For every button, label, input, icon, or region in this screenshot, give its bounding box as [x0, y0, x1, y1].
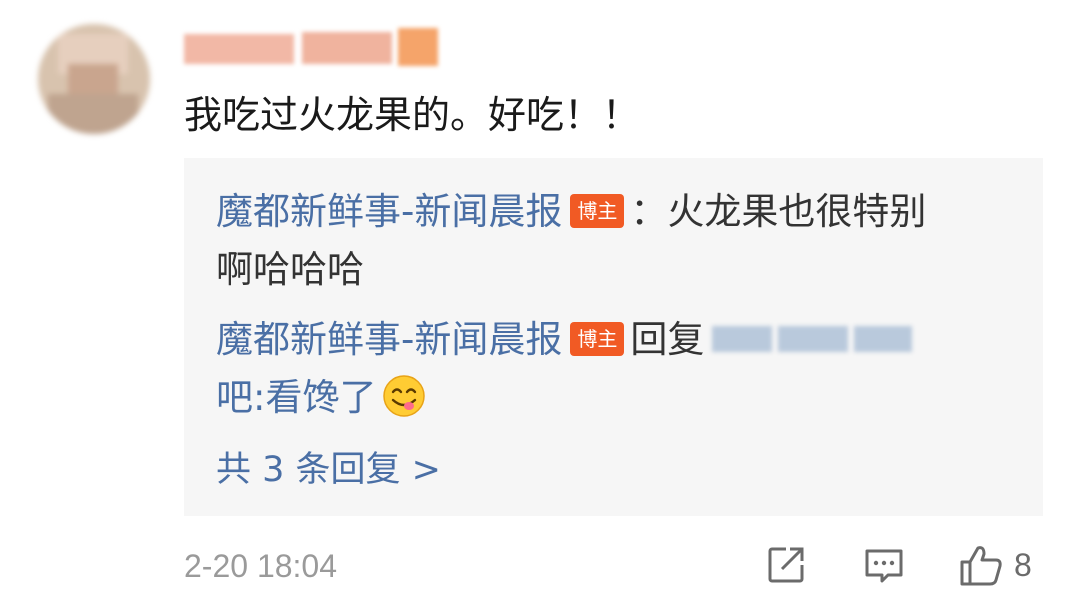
comment-text: 我吃过火龙果的。好吃！！ [184, 93, 641, 137]
reply-2-line-2: 吧:看馋了 [216, 372, 426, 424]
reply-author-link[interactable]: 魔都新鲜事-新闻晨报 [216, 318, 562, 361]
comment-button[interactable] [862, 540, 906, 590]
view-more-replies-link[interactable]: 共 3 条回复 > [216, 444, 441, 496]
reply-author-link[interactable]: 魔都新鲜事-新闻晨报 [216, 190, 562, 233]
reply-2-line-1: 魔都新鲜事-新闻晨报 博主 回复 [216, 314, 913, 366]
share-icon [768, 547, 804, 583]
reply-1-line-1: 魔都新鲜事-新闻晨报 博主 ：火龙果也很特别 [216, 186, 926, 238]
reply-text: ：火龙果也很特别 [630, 190, 927, 233]
avatar[interactable] [38, 24, 150, 134]
reply-text: 吧:看馋了 [216, 376, 377, 419]
yum-emoji-icon [383, 375, 426, 417]
blogger-badge: 博主 [570, 194, 625, 228]
like-count: 8 [1014, 546, 1032, 583]
reply-1-line-2: 啊哈哈哈 [216, 248, 364, 291]
comment-timestamp: 2-20 18:04 [184, 548, 338, 584]
share-button[interactable] [764, 540, 808, 590]
reply-word: 回复 [630, 318, 705, 361]
comment-icon [865, 549, 903, 583]
blogger-badge: 博主 [570, 322, 625, 356]
like-button[interactable]: 8 [958, 540, 1032, 590]
thumbs-up-icon [960, 546, 1002, 586]
replies-box[interactable]: 魔都新鲜事-新闻晨报 博主 ：火龙果也很特别 啊哈哈哈 魔都新鲜事-新闻晨报 博主 回复… [184, 158, 1043, 516]
replied-user-blurred[interactable] [712, 322, 913, 356]
username-blurred[interactable] [184, 24, 444, 72]
